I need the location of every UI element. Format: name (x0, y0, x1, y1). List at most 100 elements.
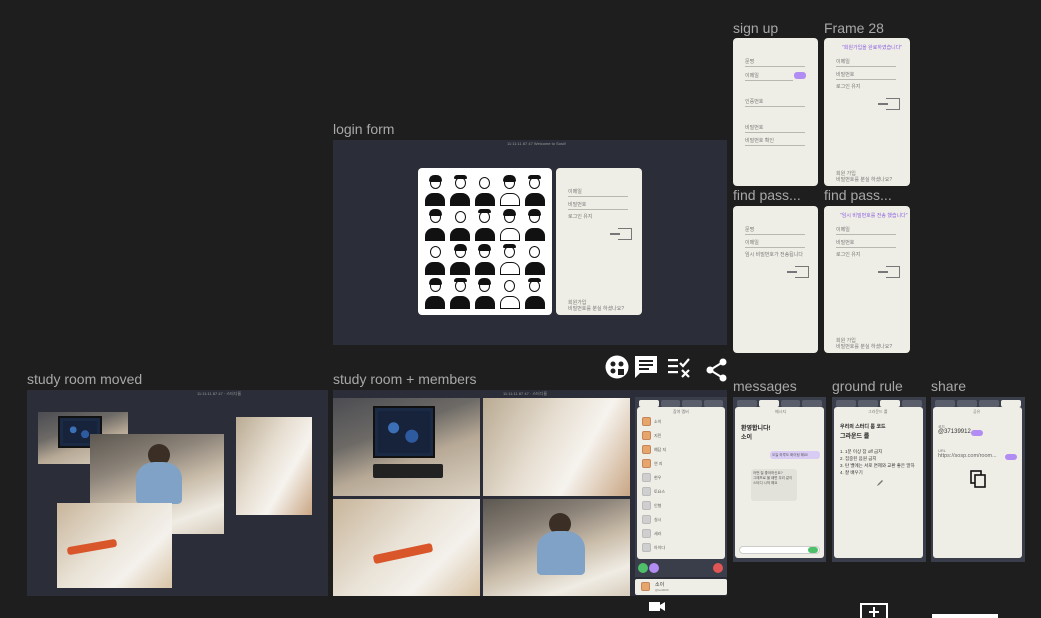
password-field[interactable] (836, 79, 896, 80)
add-box-icon[interactable] (860, 603, 888, 618)
avatar (642, 459, 651, 468)
frame-label-messages[interactable]: messages (733, 378, 797, 394)
email-field[interactable] (568, 196, 628, 197)
email-field[interactable] (836, 66, 896, 67)
frame-label-study-room-members[interactable]: study room + members (333, 371, 477, 387)
leave-room-button[interactable] (713, 563, 723, 573)
email-field[interactable] (745, 80, 793, 81)
rule-item: 4. 잘 배우기 (840, 470, 863, 475)
my-profile-card[interactable]: 소이 @soi0000 (635, 579, 727, 595)
video-tile[interactable] (483, 398, 630, 496)
password-field[interactable] (568, 209, 628, 210)
members-side-panel: 참여 멤버 소이 지민 예담 지 연 지 현우 토요스 인형 실시 세라 아이다 (635, 397, 727, 577)
ground-rule-panel: 그라운드 룰 우리의 스터디 룸 코드 그라운드 룰 1. 1분 이상 잠 of… (832, 397, 926, 562)
room-url: https://sosp.com/room... (938, 453, 997, 459)
video-tile[interactable] (333, 499, 480, 596)
camera-toggle-button[interactable] (649, 563, 659, 573)
member-item[interactable]: 토요스 (642, 487, 665, 496)
name-field-label: 문명 (745, 59, 755, 65)
member-item[interactable]: 현우 (642, 473, 661, 482)
copy-icon[interactable] (970, 470, 986, 488)
face-icon[interactable] (604, 354, 630, 380)
submit-icon[interactable] (787, 266, 809, 278)
edit-icon[interactable] (876, 479, 884, 487)
code-field[interactable] (745, 106, 805, 107)
email-field[interactable] (836, 234, 896, 235)
study-room-moved-frame: 11:11:11 87 47 · 스터디룸 (27, 390, 328, 596)
email-field[interactable] (745, 247, 805, 248)
remember-checkbox[interactable]: 로그인 유지 (836, 83, 860, 90)
person-illustration (498, 277, 521, 309)
login-icon[interactable] (878, 98, 900, 110)
name-field[interactable] (745, 66, 805, 67)
members-title: 참여 멤버 (673, 409, 689, 414)
video-tile[interactable] (57, 503, 172, 588)
send-button[interactable] (808, 547, 818, 553)
person-illustration (498, 243, 521, 275)
remember-checkbox[interactable]: 로그인 유지 (836, 251, 860, 258)
password-field-label: 비밀번호 (836, 240, 855, 246)
remember-checkbox[interactable]: 로그인 유지 (568, 213, 592, 220)
email-field-label: 이메일 (745, 73, 759, 79)
person-illustration (474, 277, 497, 309)
video-tile[interactable] (333, 398, 480, 496)
frame-label-login-form[interactable]: login form (333, 121, 394, 137)
share-icon[interactable] (704, 357, 730, 383)
forgot-password-link[interactable]: 비밀번호를 분실 하셨나요? (836, 176, 892, 183)
frame-label-frame-28[interactable]: Frame 28 (824, 20, 884, 36)
member-item[interactable]: 아이다 (642, 543, 665, 552)
frame-label-sign-up[interactable]: sign up (733, 20, 778, 36)
name-field[interactable] (745, 234, 805, 235)
password-field-label: 비밀번호 (568, 202, 587, 208)
member-item[interactable]: 실시 (642, 515, 661, 524)
video-tile[interactable] (236, 417, 312, 515)
password-field[interactable] (836, 247, 896, 248)
member-item[interactable]: 지민 (642, 431, 661, 440)
share-panel: 공유 코드 @37139912 URL https://sosp.com/roo… (931, 397, 1025, 562)
person-illustration (449, 208, 472, 241)
side-panel-tabs[interactable] (639, 400, 723, 407)
person-illustration (424, 174, 447, 207)
member-item[interactable]: 소이 (642, 417, 661, 426)
frame-label-find-pass-1[interactable]: find pass... (733, 187, 801, 203)
person-illustration (523, 277, 546, 309)
avatar (642, 501, 651, 510)
login-icon[interactable] (610, 228, 632, 240)
side-panel-tabs[interactable] (737, 400, 822, 407)
avatar (642, 431, 651, 440)
mic-toggle-button[interactable] (638, 563, 648, 573)
frame-label-find-pass-2[interactable]: find pass... (824, 187, 892, 203)
forgot-password-link[interactable]: 비밀번호를 분실 하셨나요? (836, 343, 892, 350)
share-title: 공유 (973, 409, 981, 414)
forgot-password-link[interactable]: 비밀번호를 분실 하셨나요? (568, 305, 624, 312)
person-illustration (523, 208, 546, 241)
video-tile[interactable] (483, 499, 630, 596)
signup-complete-text: "회원가입을 완료하였습니다" (842, 45, 903, 51)
password-field[interactable] (745, 132, 805, 133)
member-item[interactable]: 연 지 (642, 459, 662, 468)
password-confirm-field[interactable] (745, 145, 805, 146)
copy-url-button[interactable] (1005, 454, 1017, 460)
checklist-icon[interactable] (667, 354, 693, 380)
side-panel-tabs[interactable] (935, 400, 1021, 407)
welcome-name: 소이 (741, 435, 753, 441)
person-illustration (424, 208, 447, 241)
member-item[interactable]: 예담 지 (642, 445, 666, 454)
email-field-label: 이메일 (836, 59, 850, 65)
login-icon[interactable] (878, 266, 900, 278)
frame-label-study-room-moved[interactable]: study room moved (27, 371, 142, 387)
frame-28: "회원가입을 완료하였습니다" 이메일 비밀번호 로그인 유지 회원 가입 비밀… (824, 38, 910, 186)
email-verify-button[interactable] (794, 72, 806, 79)
member-item[interactable]: 세라 (642, 529, 661, 538)
signup-frame: 문명 이메일 인증번호 비밀번호 비밀번호 확인 (733, 38, 818, 186)
person-illustration (474, 174, 497, 207)
member-item[interactable]: 인형 (642, 501, 661, 510)
avatar (642, 543, 651, 552)
frame-label-share[interactable]: share (931, 378, 966, 394)
copy-code-button[interactable] (971, 430, 983, 436)
side-panel-tabs[interactable] (836, 400, 922, 407)
frame-label-ground-rule[interactable]: ground rule (832, 378, 903, 394)
ground-rule-content: 그라운드 룰 우리의 스터디 룸 코드 그라운드 룰 1. 1분 이상 잠 of… (834, 407, 923, 558)
chat-icon[interactable] (633, 354, 659, 380)
camera-icon[interactable] (649, 600, 665, 612)
